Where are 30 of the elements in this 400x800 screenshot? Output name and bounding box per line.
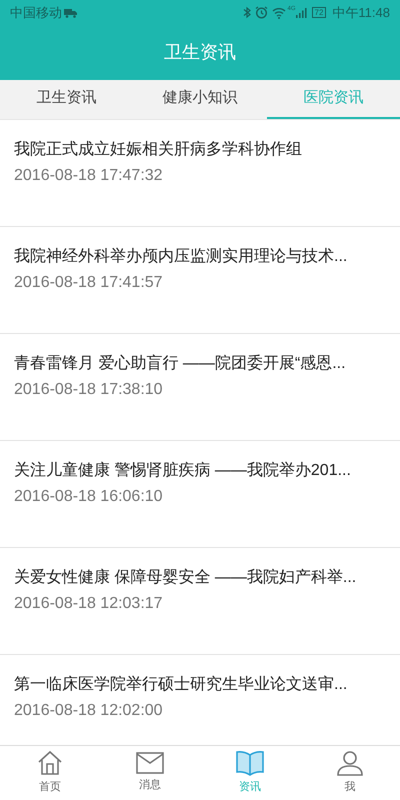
article-title[interactable]: 我院神经外科举办颅内压监测实用理论与技术...: [14, 246, 348, 268]
bluetooth-icon: [242, 6, 250, 19]
article-time: 2016-08-18 12:02:00: [14, 701, 163, 721]
article-time: 2016-08-18 16:06:10: [14, 487, 163, 507]
envelope-icon: [136, 752, 164, 774]
article-title[interactable]: 关注儿童健康 警惕肾脏疾病 ——我院举办201...: [14, 460, 351, 482]
carrier-name: 中国移动: [10, 4, 62, 22]
category-tab[interactable]: 健康小知识: [133, 80, 267, 119]
person-icon: [337, 750, 363, 776]
article-title[interactable]: 青春雷锋月 爱心助盲行 ——院团委开展“感恩...: [14, 353, 346, 375]
signal-icon: [296, 7, 307, 18]
article-time: 2016-08-18 17:38:10: [14, 380, 163, 400]
nav-tab[interactable]: 首页: [0, 746, 100, 800]
alarm-icon: [254, 6, 268, 19]
nav-tab[interactable]: 我: [300, 746, 400, 800]
article-time: 2016-08-18 12:03:17: [14, 594, 163, 614]
category-tab[interactable]: 卫生资讯: [0, 80, 134, 119]
book-icon: [236, 750, 264, 776]
house-icon: [37, 750, 63, 776]
page-title: 卫生资讯: [164, 41, 236, 64]
article-title[interactable]: 关爱女性健康 保障母婴安全 ——我院妇产科举...: [14, 567, 356, 589]
article-time: 2016-08-18 17:41:57: [14, 273, 163, 293]
article-title[interactable]: 我院正式成立妊娠相关肝病多学科协作组: [14, 139, 302, 161]
wifi-icon: [272, 6, 286, 18]
truck-icon: [64, 8, 78, 18]
article-title[interactable]: 第一临床医学院举行硕士研究生毕业论文送审...: [14, 674, 348, 696]
nav-tab[interactable]: 消息: [100, 746, 200, 800]
battery-indicator: 72: [312, 7, 326, 18]
clock-time: 中午11:48: [332, 4, 390, 22]
article-time: 2016-08-18 17:47:32: [14, 166, 163, 186]
